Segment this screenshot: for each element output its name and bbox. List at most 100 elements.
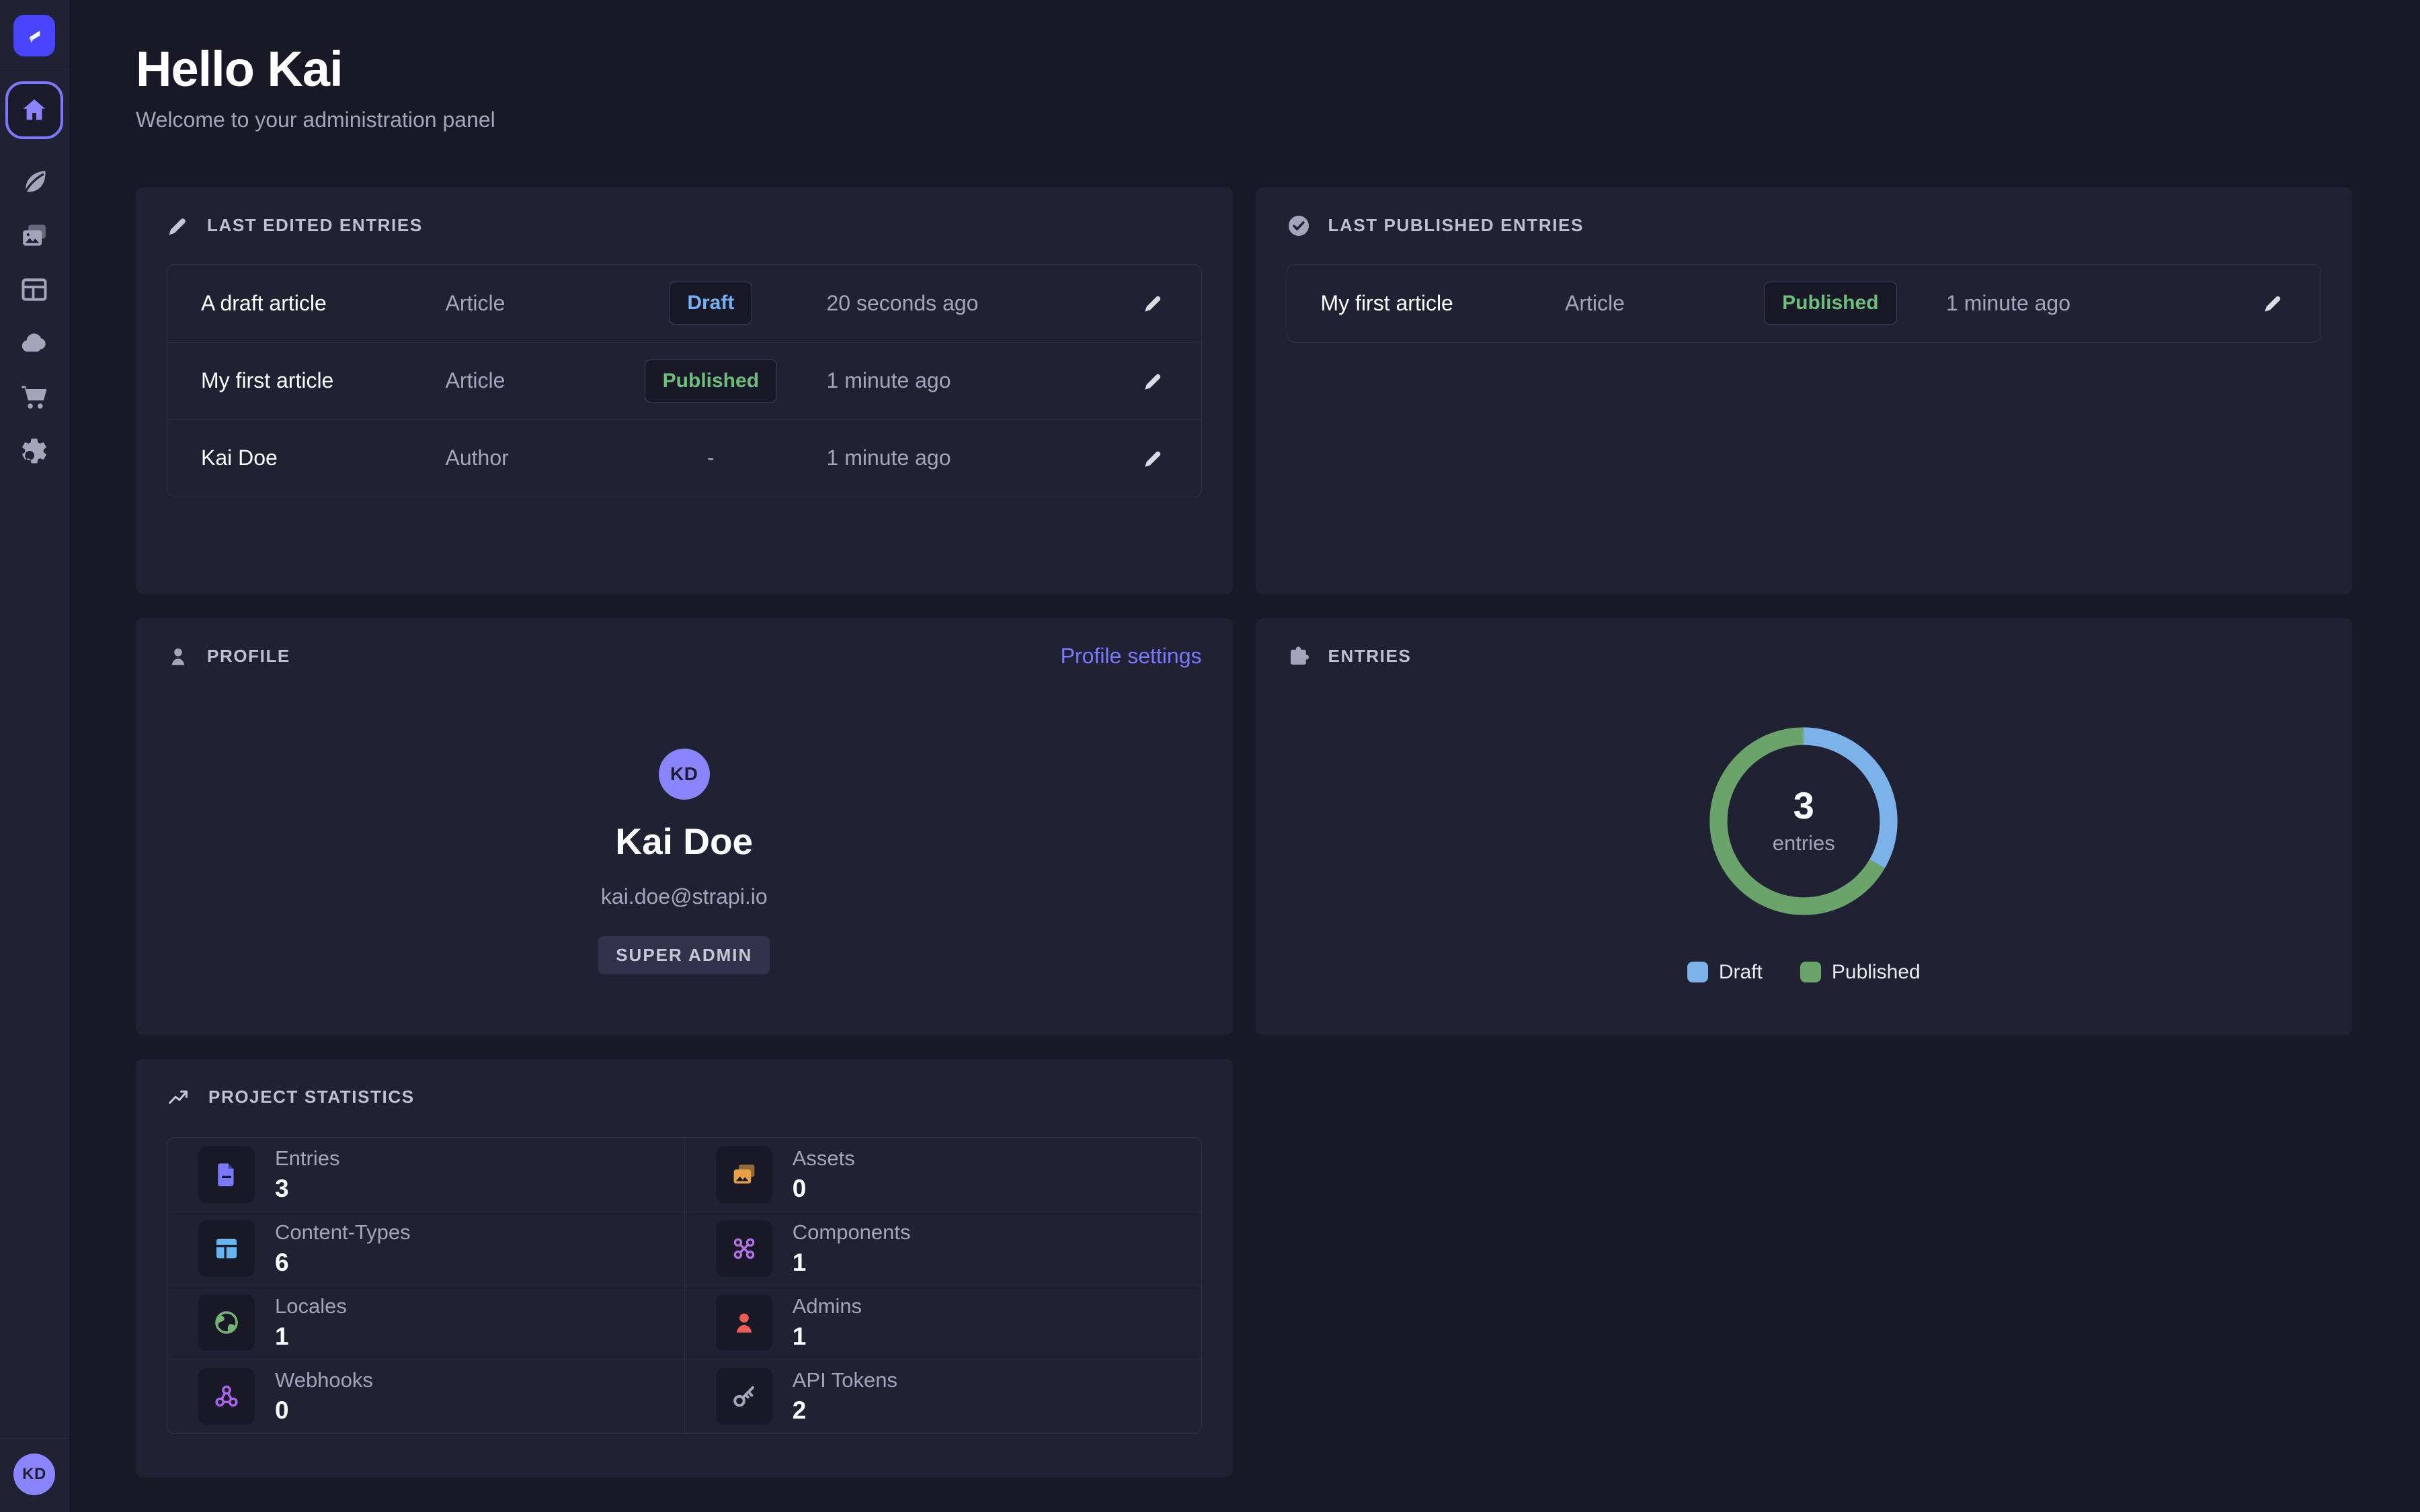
profile-settings-link[interactable]: Profile settings — [1061, 644, 1202, 669]
stat-value: 2 — [793, 1396, 897, 1425]
edit-entry-button[interactable] — [2257, 287, 2290, 319]
panel-entries: ENTRIES 3 entries — [1256, 618, 2353, 1035]
layout-icon — [19, 274, 50, 305]
stat-locales: Locales 1 — [167, 1286, 684, 1359]
sidebar-item-settings[interactable] — [5, 424, 63, 478]
check-circle-icon — [1287, 214, 1311, 238]
stat-label: Webhooks — [275, 1368, 373, 1392]
pencil-icon — [1143, 370, 1164, 392]
page-subtitle: Welcome to your administration panel — [136, 108, 2352, 132]
legend-item-published: Published — [1800, 961, 1921, 984]
stat-value: 0 — [275, 1396, 373, 1425]
sidebar-bottom: KD — [0, 1438, 69, 1512]
strapi-logo-icon — [21, 22, 48, 49]
entry-time: 20 seconds ago — [808, 291, 1094, 316]
images-icon — [716, 1146, 772, 1203]
entries-body: 3 entries Draft Published — [1287, 673, 2322, 984]
sidebar-item-media-library[interactable] — [5, 209, 63, 263]
status-badge: Published — [1764, 282, 1896, 325]
chart-legend: Draft Published — [1687, 961, 1921, 984]
entry-time: 1 minute ago — [1927, 291, 2214, 316]
home-icon — [19, 95, 49, 125]
edit-entry-button[interactable] — [1137, 287, 1170, 319]
cloud-icon — [18, 327, 50, 360]
stat-label: Content-Types — [275, 1220, 411, 1245]
pencil-icon — [2263, 292, 2284, 314]
stat-value: 0 — [793, 1175, 855, 1203]
file-icon — [198, 1146, 255, 1203]
stat-webhooks: Webhooks 0 — [167, 1359, 684, 1433]
sidebar-nav — [5, 81, 63, 478]
stat-label: Components — [793, 1220, 911, 1245]
pencil-icon — [1143, 292, 1164, 314]
sidebar-user-avatar[interactable]: KD — [13, 1454, 55, 1495]
sidebar-item-deploy[interactable] — [5, 317, 63, 370]
entries-title: ENTRIES — [1328, 646, 1412, 667]
entry-type: Article — [446, 291, 614, 316]
entry-time: 1 minute ago — [808, 446, 1094, 470]
entry-name: My first article — [1321, 291, 1566, 316]
page-title: Hello Kai — [136, 43, 2352, 95]
edit-entry-button[interactable] — [1137, 365, 1170, 397]
trend-up-icon — [167, 1085, 191, 1109]
entry-type: Article — [446, 368, 614, 393]
stat-admins: Admins 1 — [684, 1286, 1201, 1359]
table-row: My first article Article Published 1 min… — [1287, 265, 2321, 342]
entries-unit: entries — [1773, 831, 1835, 855]
project-statistics-title: PROJECT STATISTICS — [208, 1087, 415, 1107]
puzzle-icon — [1287, 644, 1311, 669]
table-row: A draft article Article Draft 20 seconds… — [167, 265, 1201, 342]
legend-swatch-published — [1800, 962, 1821, 982]
panel-profile: PROFILE Profile settings KD Kai Doe kai.… — [136, 618, 1233, 1035]
last-published-title: LAST PUBLISHED ENTRIES — [1328, 215, 1584, 236]
profile-name: Kai Doe — [615, 820, 753, 863]
pencil-icon — [1143, 448, 1164, 469]
stat-label: Assets — [793, 1146, 855, 1171]
status-badge: Draft — [669, 282, 752, 325]
stat-value: 3 — [275, 1175, 339, 1203]
panel-project-statistics: PROJECT STATISTICS Entries 3 — [136, 1059, 1233, 1477]
donut-center: 3 entries — [1705, 723, 1902, 919]
last-edited-header: LAST EDITED ENTRIES — [167, 209, 1202, 243]
key-icon — [716, 1368, 772, 1425]
legend-label: Published — [1832, 961, 1921, 984]
stat-entries: Entries 3 — [167, 1138, 684, 1212]
status-empty: - — [707, 446, 715, 470]
legend-swatch-draft — [1687, 962, 1708, 982]
sidebar-item-home[interactable] — [5, 81, 63, 139]
edit-entry-button[interactable] — [1137, 442, 1170, 474]
person-icon — [716, 1294, 772, 1351]
sidebar-item-content-type-builder[interactable] — [5, 263, 63, 317]
entry-time: 1 minute ago — [808, 368, 1094, 393]
entry-type: Author — [446, 446, 614, 470]
panel-last-published-entries: LAST PUBLISHED ENTRIES My first article … — [1256, 187, 2353, 594]
legend-item-draft: Draft — [1687, 961, 1763, 984]
sidebar: KD — [0, 0, 69, 1512]
stat-value: 6 — [275, 1249, 411, 1277]
stat-assets: Assets 0 — [684, 1138, 1201, 1212]
stat-label: Admins — [793, 1294, 862, 1318]
last-published-table: My first article Article Published 1 min… — [1287, 264, 2322, 343]
entries-donut-chart: 3 entries — [1705, 723, 1902, 919]
stat-label: Locales — [275, 1294, 347, 1318]
globe-icon — [198, 1294, 255, 1351]
entries-header: ENTRIES — [1287, 640, 2322, 673]
stat-content-types: Content-Types 6 — [167, 1212, 684, 1286]
components-icon — [716, 1220, 772, 1277]
sidebar-item-marketplace[interactable] — [5, 370, 63, 424]
entry-name: A draft article — [201, 291, 446, 316]
stat-value: 1 — [793, 1322, 862, 1351]
profile-header: PROFILE Profile settings — [167, 640, 1202, 673]
main-content: Hello Kai Welcome to your administration… — [69, 0, 2420, 1512]
entries-count: 3 — [1793, 787, 1814, 825]
dashboard-grid: LAST EDITED ENTRIES A draft article Arti… — [136, 187, 2352, 1477]
sidebar-item-content-manager[interactable] — [5, 155, 63, 209]
role-badge: SUPER ADMIN — [598, 936, 770, 974]
page-header: Hello Kai Welcome to your administration… — [136, 43, 2352, 132]
strapi-logo[interactable] — [13, 15, 55, 56]
entry-type: Article — [1565, 291, 1734, 316]
gear-icon — [19, 435, 50, 466]
stat-label: Entries — [275, 1146, 339, 1171]
user-icon — [167, 645, 190, 668]
status-badge: Published — [645, 360, 777, 403]
